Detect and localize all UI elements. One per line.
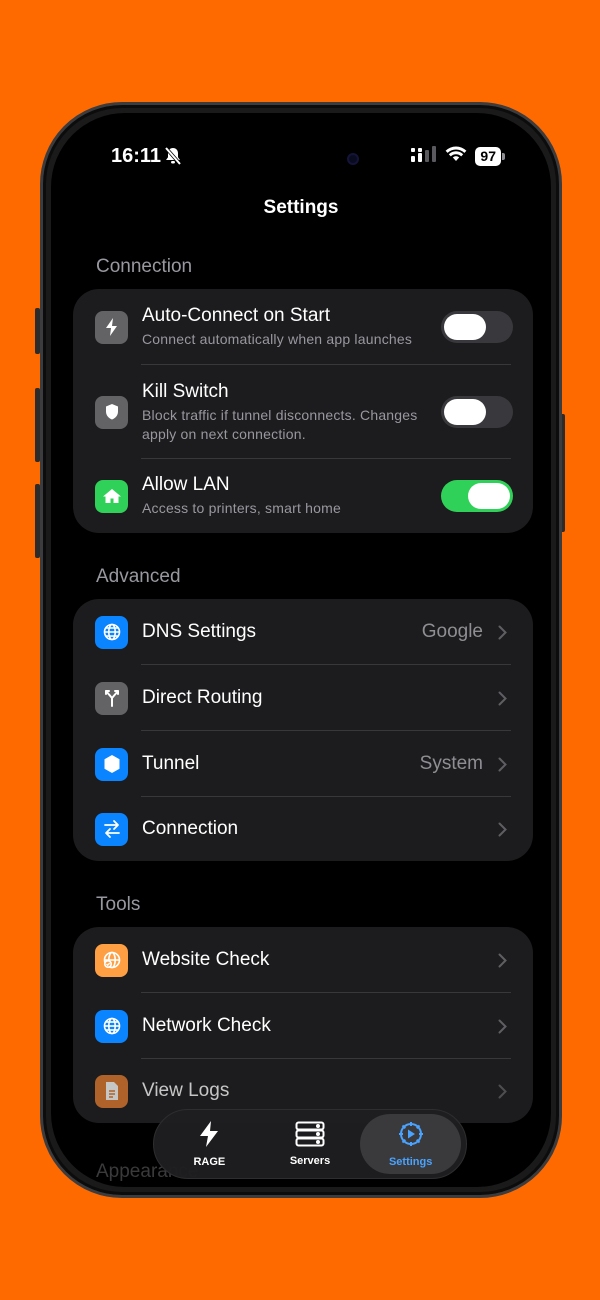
chevron-right-icon	[493, 822, 511, 837]
globe-icon	[95, 615, 128, 649]
connection-label: Connection	[142, 818, 239, 839]
tunnel-value: System	[419, 753, 483, 774]
allow-lan-label: Allow LAN	[142, 474, 230, 495]
advanced-group: DNS Settings Google Direct Routing Tunne…	[73, 599, 533, 861]
status-bar: 16:11 97	[51, 139, 551, 169]
page-title: Settings	[263, 197, 339, 218]
connection-row[interactable]: Connection	[73, 797, 533, 861]
tab-rage[interactable]: RAGE	[159, 1114, 260, 1174]
chevron-right-icon	[493, 625, 511, 640]
tab-rage-label: RAGE	[193, 1156, 226, 1168]
tools-group: Website Check Network Check View Logs	[73, 927, 533, 1123]
bolt-icon	[198, 1120, 220, 1153]
kill-switch-label: Kill Switch	[142, 380, 229, 402]
screen: 16:11 97 Settings Connection Auto-Connec…	[51, 113, 551, 1187]
battery-icon	[502, 153, 505, 160]
network-check-row[interactable]: Network Check	[73, 993, 533, 1059]
chevron-right-icon	[493, 691, 511, 706]
wifi-icon	[445, 145, 467, 168]
bell-slash-icon	[163, 146, 183, 172]
kill-switch-row: Kill Switch Block traffic if tunnel disc…	[73, 365, 533, 459]
allow-lan-toggle[interactable]	[441, 480, 513, 512]
website-check-label: Website Check	[142, 949, 270, 970]
auto-connect-subtitle: Connect automatically when app launches	[142, 331, 413, 347]
direct-routing-row[interactable]: Direct Routing	[73, 665, 533, 731]
fork-icon	[95, 681, 128, 715]
gear-icon	[397, 1120, 425, 1153]
status-time: 16:11	[111, 145, 162, 167]
signal-icon	[411, 145, 437, 168]
chevron-right-icon	[493, 953, 511, 968]
website-check-row[interactable]: Website Check	[73, 927, 533, 993]
view-logs-label: View Logs	[142, 1080, 230, 1101]
dns-settings-row[interactable]: DNS Settings Google	[73, 599, 533, 665]
arrows-icon	[95, 812, 128, 846]
dns-settings-label: DNS Settings	[142, 621, 257, 642]
section-title-tools: Tools	[96, 894, 141, 915]
kill-switch-subtitle: Block traffic if tunnel disconnects. Cha…	[142, 406, 418, 442]
auto-connect-toggle[interactable]	[441, 311, 513, 343]
servers-icon	[295, 1121, 325, 1152]
chevron-right-icon	[493, 1084, 511, 1099]
tab-settings-label: Settings	[388, 1156, 433, 1168]
direct-routing-label: Direct Routing	[142, 687, 263, 708]
connection-group: Auto-Connect on Start Connect automatica…	[73, 289, 533, 533]
web-check-icon	[95, 943, 128, 977]
doc-icon	[95, 1074, 128, 1108]
network-check-label: Network Check	[142, 1015, 271, 1036]
shield-icon	[95, 395, 128, 429]
battery-level: 97	[475, 147, 501, 166]
kill-switch-toggle[interactable]	[441, 396, 513, 428]
globe-icon	[95, 1009, 128, 1043]
tab-bar: RAGE Servers Settings	[153, 1109, 467, 1179]
chevron-right-icon	[493, 1019, 511, 1034]
tab-servers[interactable]: Servers	[260, 1114, 361, 1174]
tunnel-label: Tunnel	[142, 753, 200, 774]
phone-frame: 16:11 97 Settings Connection Auto-Connec…	[40, 102, 562, 1198]
house-icon	[95, 479, 128, 513]
allow-lan-subtitle: Access to printers, smart home	[142, 500, 341, 516]
section-title-connection: Connection	[96, 256, 193, 277]
tab-settings[interactable]: Settings	[360, 1114, 462, 1174]
auto-connect-row: Auto-Connect on Start Connect automatica…	[73, 289, 533, 365]
allow-lan-row: Allow LAN Access to printers, smart home	[73, 459, 533, 533]
chevron-right-icon	[493, 757, 511, 772]
hexagon-icon	[95, 747, 128, 781]
bolt-icon	[95, 310, 128, 344]
tab-servers-label: Servers	[289, 1155, 331, 1167]
auto-connect-label: Auto-Connect on Start	[142, 305, 330, 326]
section-title-advanced: Advanced	[96, 566, 181, 587]
dns-settings-value: Google	[421, 621, 483, 642]
tunnel-row[interactable]: Tunnel System	[73, 731, 533, 797]
